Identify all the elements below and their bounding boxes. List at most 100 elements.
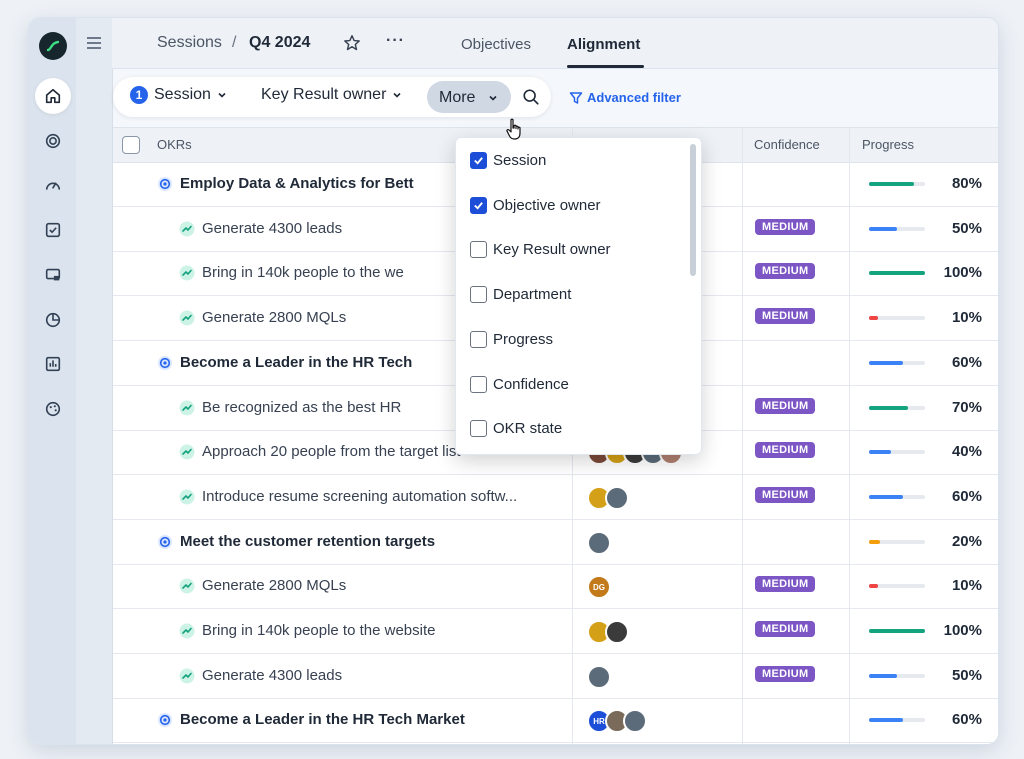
dropdown-option[interactable]: Confidence <box>470 375 569 393</box>
okr-name[interactable]: Bring in 140k people to the we <box>202 264 404 281</box>
objective-row[interactable]: Become a Leader in the HR Tech Market HR 6… <box>113 698 998 744</box>
progress-bar <box>869 584 925 589</box>
unchecked-checkbox[interactable] <box>470 286 487 304</box>
sidebar <box>29 18 76 744</box>
unchecked-checkbox[interactable] <box>470 241 487 259</box>
dropdown-option-label: Department <box>493 286 572 304</box>
search-icon[interactable] <box>522 88 540 106</box>
check-icon <box>474 157 483 165</box>
progress-fill <box>869 226 897 231</box>
progress-bar <box>869 405 925 410</box>
progress-value: 60% <box>951 487 982 505</box>
okr-name[interactable]: Become a Leader in the HR Tech Market <box>180 711 465 728</box>
avatar: DG <box>587 575 611 600</box>
key-result-row[interactable]: Introduce resume screening automation so… <box>113 475 998 520</box>
gauge-icon[interactable] <box>35 168 71 204</box>
header-okrs: OKRs <box>157 137 192 152</box>
star-icon[interactable] <box>343 34 361 52</box>
progress-fill <box>869 450 892 455</box>
key-result-row[interactable]: Generate 4300 leads MEDIUM 50% <box>113 654 998 699</box>
confidence-badge: MEDIUM <box>755 621 816 637</box>
more-filter-chip[interactable]: More <box>427 81 511 113</box>
dropdown-option[interactable]: Session <box>470 152 546 169</box>
select-all-checkbox[interactable] <box>122 136 140 154</box>
app-logo[interactable] <box>39 32 67 60</box>
okr-name[interactable]: Be recognized as the best HR <box>202 399 401 416</box>
confidence-badge: MEDIUM <box>755 576 816 593</box>
tab-alignment[interactable]: Alignment <box>567 36 640 53</box>
progress-value: 100% <box>943 264 982 282</box>
okr-name[interactable]: Meet the customer retention targets <box>180 533 435 550</box>
kr-owner-filter-label: Key Result owner <box>261 86 387 103</box>
progress-value: 80% <box>951 175 982 192</box>
owner-avatars[interactable]: HR <box>587 709 647 734</box>
owner-avatars[interactable] <box>587 530 611 555</box>
key-result-row[interactable]: Bring in 140k people to the website MEDIU… <box>113 609 998 654</box>
advanced-filter-link[interactable]: Advanced filter <box>569 90 681 105</box>
key-result-icon <box>179 221 195 237</box>
session-filter-chip[interactable]: 1 Session <box>130 86 227 104</box>
dropdown-scrollbar[interactable] <box>690 144 696 276</box>
more-filter-label: More <box>439 89 476 106</box>
progress-bar <box>869 450 925 455</box>
dropdown-option[interactable]: Progress <box>470 330 553 348</box>
okr-name[interactable]: Employ Data & Analytics for Bett <box>180 175 414 192</box>
dropdown-option[interactable]: Department <box>470 286 572 304</box>
okr-name[interactable]: Generate 4300 leads <box>202 220 342 237</box>
progress-fill <box>869 539 881 544</box>
okr-name[interactable]: Generate 2800 MQLs <box>202 577 346 594</box>
avatar <box>587 530 611 555</box>
more-options-button[interactable]: ··· <box>386 32 405 50</box>
progress-fill <box>869 360 903 365</box>
okr-name[interactable]: Generate 4300 leads <box>202 667 342 684</box>
dropdown-option[interactable]: OKR state <box>470 420 562 438</box>
progress-bar <box>869 360 925 365</box>
confidence-badge: MEDIUM <box>755 308 816 325</box>
unchecked-checkbox[interactable] <box>470 420 487 438</box>
okr-name[interactable]: Introduce resume screening automation so… <box>202 488 517 505</box>
palette-icon[interactable] <box>35 391 71 427</box>
pie-chart-icon[interactable] <box>35 302 71 338</box>
dropdown-option[interactable]: Objective owner <box>470 196 601 214</box>
okr-name[interactable]: Approach 20 people from the target list <box>202 443 461 460</box>
objective-row[interactable]: Meet the customer retention targets 20% <box>113 520 998 565</box>
breadcrumb-sessions[interactable]: Sessions <box>157 34 222 52</box>
progress-value: 20% <box>951 532 982 550</box>
progress-value: 50% <box>951 666 982 684</box>
checked-checkbox[interactable] <box>470 196 487 214</box>
filter-icon <box>569 91 583 104</box>
avatar <box>623 709 647 734</box>
active-tab-indicator <box>567 65 644 68</box>
confidence-badge: MEDIUM <box>755 263 816 280</box>
progress-fill <box>869 718 903 723</box>
progress-bar <box>869 271 925 276</box>
owner-avatars[interactable] <box>587 485 629 510</box>
owner-avatars[interactable]: DG <box>587 575 611 600</box>
key-result-row[interactable]: Generate 2800 MQLs DG MEDIUM 10% <box>113 564 998 610</box>
owner-avatars[interactable] <box>587 620 629 644</box>
progress-fill <box>869 271 925 276</box>
dashboard-icon[interactable] <box>35 257 71 293</box>
okr-name[interactable]: Generate 2800 MQLs <box>202 309 346 326</box>
progress-fill <box>869 182 914 186</box>
session-count-badge: 1 <box>130 86 148 104</box>
dropdown-option[interactable]: Key Result owner <box>470 241 611 259</box>
checklist-icon[interactable] <box>35 212 71 248</box>
tab-objectives[interactable]: Objectives <box>461 36 531 53</box>
progress-value: 100% <box>943 622 982 639</box>
unchecked-checkbox[interactable] <box>470 375 487 393</box>
hamburger-menu-icon[interactable] <box>86 36 102 50</box>
unchecked-checkbox[interactable] <box>470 330 487 348</box>
kr-owner-filter-chip[interactable]: Key Result owner <box>261 86 402 104</box>
owner-avatars[interactable] <box>587 664 611 689</box>
progress-fill <box>869 629 925 633</box>
confidence-badge: MEDIUM <box>755 218 816 235</box>
checked-checkbox[interactable] <box>470 152 487 169</box>
bar-chart-icon[interactable] <box>35 346 71 382</box>
target-icon[interactable] <box>35 123 71 159</box>
avatar <box>605 620 629 644</box>
home-icon[interactable] <box>35 78 71 114</box>
okr-name[interactable]: Become a Leader in the HR Tech <box>180 354 412 371</box>
okr-name[interactable]: Bring in 140k people to the website <box>202 622 436 639</box>
confidence-badge: MEDIUM <box>755 486 816 503</box>
